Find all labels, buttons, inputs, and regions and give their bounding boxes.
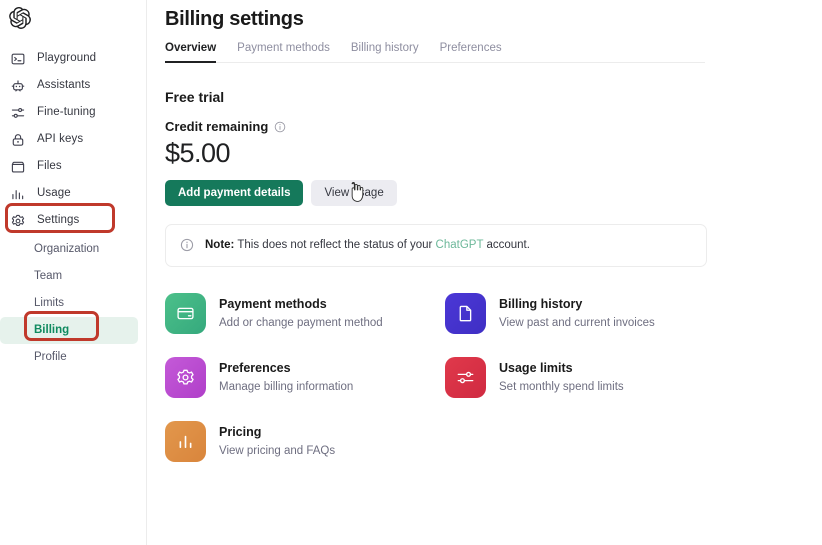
card-title: Billing history	[499, 296, 583, 311]
card-title: Pricing	[219, 424, 262, 439]
tab-bar: Overview Payment methods Billing history…	[165, 41, 705, 63]
sidebar-subitem-label: Organization	[34, 242, 100, 255]
card-title: Payment methods	[219, 296, 327, 311]
sidebar-subitem-limits[interactable]: Limits	[0, 290, 146, 317]
plan-title: Free trial	[165, 89, 225, 105]
card-text: Billing history View past and current in…	[499, 293, 655, 331]
card-title: Preferences	[219, 360, 291, 375]
sidebar-item-assistants[interactable]: Assistants	[0, 72, 146, 99]
sidebar-item-label: Playground	[37, 51, 97, 64]
settings-gear-icon	[10, 213, 26, 229]
card-usage-limits[interactable]: Usage limits Set monthly spend limits	[445, 356, 725, 398]
sliders-icon	[445, 356, 486, 398]
sidebar-subitem-label: Billing	[34, 323, 70, 336]
add-payment-details-button[interactable]: Add payment details	[165, 179, 304, 206]
sidebar-subitem-organization[interactable]: Organization	[0, 236, 146, 263]
sidebar-item-api-keys[interactable]: API keys	[0, 126, 146, 153]
sidebar-item-files[interactable]: Files	[0, 153, 146, 180]
sidebar-subitem-label: Team	[34, 269, 63, 282]
note-bold-prefix: Note:	[205, 238, 235, 251]
sidebar-item-fine-tuning[interactable]: Fine-tuning	[0, 99, 146, 126]
credit-card-icon	[165, 292, 206, 334]
sidebar-item-usage[interactable]: Usage	[0, 180, 146, 207]
sidebar-item-settings[interactable]: Settings	[0, 207, 146, 234]
sidebar-item-label: Assistants	[37, 78, 91, 91]
card-subtitle: Manage billing information	[219, 380, 354, 393]
sidebar-subitem-label: Profile	[34, 350, 67, 363]
sidebar-item-label: Fine-tuning	[37, 105, 96, 118]
card-pricing[interactable]: Pricing View pricing and FAQs	[165, 420, 445, 462]
api-keys-icon	[10, 132, 26, 148]
playground-icon	[10, 51, 26, 67]
card-billing-history[interactable]: Billing history View past and current in…	[445, 292, 725, 334]
tab-preferences[interactable]: Preferences	[440, 42, 502, 63]
card-text: Pricing View pricing and FAQs	[219, 421, 335, 459]
files-icon	[10, 159, 26, 175]
sidebar-item-label: API keys	[37, 132, 84, 145]
sidebar-subitem-label: Limits	[34, 296, 65, 309]
note-banner: Note: This does not reflect the status o…	[165, 223, 707, 267]
bar-chart-icon	[165, 420, 206, 462]
sidebar-item-label: Usage	[37, 186, 71, 199]
card-payment-methods[interactable]: Payment methods Add or change payment me…	[165, 292, 445, 334]
tab-billing-history[interactable]: Billing history	[351, 42, 419, 63]
card-text: Payment methods Add or change payment me…	[219, 293, 383, 331]
billing-card-grid: Payment methods Add or change payment me…	[165, 292, 735, 462]
page-title: Billing settings	[165, 8, 304, 30]
openai-logo-wrap[interactable]	[0, 0, 146, 40]
card-text: Preferences Manage billing information	[219, 357, 353, 395]
action-button-row: Add payment details View usage	[165, 179, 822, 206]
sidebar-nav: Playground Assistants Fine-tuning API ke…	[0, 45, 146, 371]
usage-icon	[10, 186, 26, 202]
gear-icon	[165, 356, 206, 398]
document-icon	[445, 292, 486, 334]
tab-overview[interactable]: Overview	[165, 42, 217, 63]
info-circle-icon	[180, 238, 194, 252]
main-content: Billing settings Overview Payment method…	[147, 0, 822, 545]
sidebar-subitem-team[interactable]: Team	[0, 263, 146, 290]
assistants-icon	[10, 78, 26, 94]
card-text: Usage limits Set monthly spend limits	[499, 357, 624, 395]
sidebar-item-playground[interactable]: Playground	[0, 45, 146, 72]
credit-remaining-label: Credit remaining	[165, 119, 269, 134]
tab-payment-methods[interactable]: Payment methods	[237, 42, 330, 63]
sidebar-subitem-billing[interactable]: Billing	[0, 317, 138, 344]
sidebar-subnav: Organization Team Limits Billing Profile	[0, 236, 146, 371]
sidebar: Playground Assistants Fine-tuning API ke…	[0, 0, 147, 545]
sidebar-subitem-profile[interactable]: Profile	[0, 344, 146, 371]
card-subtitle: Add or change payment method	[219, 316, 383, 329]
note-text: Note: This does not reflect the status o…	[205, 238, 530, 253]
credit-amount: $5.00	[165, 138, 231, 168]
card-subtitle: View pricing and FAQs	[219, 444, 336, 457]
openai-logo	[9, 6, 31, 34]
card-title: Usage limits	[499, 360, 573, 375]
fine-tuning-icon	[10, 105, 26, 121]
card-subtitle: View past and current invoices	[499, 316, 655, 329]
sidebar-item-label: Settings	[37, 213, 80, 226]
chatgpt-link[interactable]: ChatGPT	[436, 239, 484, 251]
info-circle-icon[interactable]	[274, 121, 286, 133]
view-usage-button[interactable]: View usage	[311, 179, 397, 206]
card-subtitle: Set monthly spend limits	[499, 380, 624, 393]
note-text-before-link: This does not reflect the status of your	[234, 238, 436, 251]
billing-settings-page: Playground Assistants Fine-tuning API ke…	[0, 0, 822, 545]
sidebar-item-label: Files	[37, 159, 62, 172]
credit-remaining-row: Credit remaining	[165, 119, 822, 134]
note-text-after-link: account.	[483, 238, 530, 251]
card-preferences[interactable]: Preferences Manage billing information	[165, 356, 445, 398]
